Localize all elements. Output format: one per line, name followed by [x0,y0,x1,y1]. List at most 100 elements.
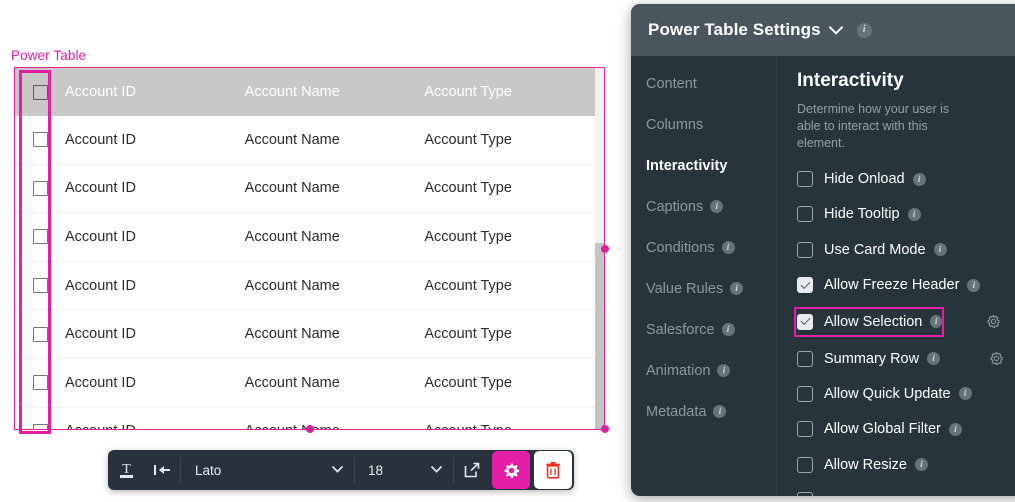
element-toolbar[interactable]: T Lato 18 [108,450,574,490]
option-label: Hide Onload [824,171,905,188]
nav-item-label: Content [646,75,697,92]
nav-item-content[interactable]: Content [646,70,776,97]
settings-panel-body: Content Columns Interactivity Captions i Cond… [631,56,1015,496]
nav-item-metadata[interactable]: Metadata i [646,398,776,425]
row-select-cell[interactable] [15,408,65,429]
nav-item-label: Salesforce [646,321,715,338]
row-checkbox[interactable] [32,229,48,245]
option-row-allow-quick-update[interactable]: Allow Quick Update i [797,380,1001,407]
delete-button[interactable] [534,451,572,489]
table-scrollbar-thumb[interactable] [595,243,604,429]
settings-panel: Power Table Settings i Content Columns Int… [631,4,1015,496]
resize-handle-bottom-right[interactable] [601,425,609,433]
align-left-icon[interactable] [144,450,180,490]
row-checkbox[interactable] [32,132,48,148]
nav-item-label: Value Rules [646,280,724,297]
nav-item-interactivity[interactable]: Interactivity [646,152,776,179]
chevron-down-icon [332,464,343,476]
checkbox-hide-tooltip[interactable] [797,206,813,223]
checkbox[interactable] [797,492,813,496]
partial-option-row[interactable] [797,492,1001,496]
section-description: Determine how your user is able to inter… [797,102,950,150]
checkbox-allow-resize[interactable] [797,456,813,473]
table-cell: Account Name [244,374,340,391]
nav-item-columns[interactable]: Columns [646,111,776,138]
row-select-cell[interactable] [15,165,65,213]
info-icon[interactable]: i [933,243,947,257]
nav-item-value-rules[interactable]: Value Rules i [646,275,776,302]
info-icon[interactable]: i [717,364,731,377]
row-checkbox[interactable] [32,423,48,429]
font-size-select[interactable]: 18 [355,450,453,490]
resize-handle-right[interactable] [601,245,609,253]
info-icon[interactable]: i [930,315,942,329]
row-checkbox[interactable] [32,278,48,294]
settings-gear-button[interactable] [492,451,530,489]
power-table-element[interactable]: Account ID Account Name Account Type Accoun… [14,67,605,430]
checkbox-allow-selection[interactable] [797,313,813,330]
info-icon[interactable]: i [721,323,735,336]
info-icon[interactable]: i [856,22,872,38]
element-name-label: Power Table [11,48,87,63]
gear-icon[interactable] [989,351,1004,366]
checkbox-allow-global-filter[interactable] [797,421,813,438]
info-icon[interactable]: i [948,422,962,436]
checkbox-hide-onload[interactable] [797,171,813,188]
table-row[interactable]: Account ID Account Name Account Type [15,261,604,311]
chevron-down-icon[interactable] [828,25,843,35]
info-icon[interactable]: i [721,241,735,254]
table-row[interactable]: Account ID Account Name Account Type [15,213,604,262]
info-icon[interactable]: i [958,387,972,401]
row-checkbox[interactable] [32,180,48,196]
power-table-rows: Account ID Account Name Account Type Accoun… [15,68,604,429]
info-icon[interactable]: i [912,172,926,186]
gear-icon[interactable] [986,314,1001,329]
resize-handle-bottom[interactable] [306,425,314,433]
row-select-cell[interactable] [15,68,65,116]
option-row-allow-selection[interactable]: Allow Selection i [794,306,1000,337]
row-checkbox[interactable] [32,326,48,342]
checkbox-allow-quick-update[interactable] [797,385,813,402]
external-link-icon[interactable] [454,450,490,490]
option-label: Use Card Mode [824,241,926,258]
option-row-use-card-mode[interactable]: Use Card Mode i [797,236,1001,263]
row-select-cell[interactable] [15,213,65,261]
option-row-hide-onload[interactable]: Hide Onload i [797,166,1001,193]
info-icon[interactable]: i [713,405,727,418]
option-row-allow-global-filter[interactable]: Allow Global Filter i [797,416,1001,443]
info-icon[interactable]: i [927,352,941,366]
checkbox-use-card-mode[interactable] [797,241,813,258]
row-select-cell[interactable] [15,310,65,358]
option-row-allow-freeze-header[interactable]: Allow Freeze Header i [797,272,1001,299]
table-header-row[interactable]: Account ID Account Name Account Type [15,68,604,116]
table-row[interactable]: Account ID Account Name Account Type [15,358,604,408]
checkbox-summary-row[interactable] [797,350,813,367]
info-icon[interactable]: i [730,282,744,295]
nav-item-captions[interactable]: Captions i [646,193,776,220]
row-select-cell[interactable] [15,262,65,310]
option-row-hide-tooltip[interactable]: Hide Tooltip i [797,201,1001,228]
table-row[interactable]: Account ID Account Name Account Type [15,310,604,359]
row-select-cell[interactable] [15,359,65,407]
table-row[interactable]: Account ID Account Name Account Type [15,116,604,165]
row-checkbox[interactable] [32,375,48,391]
option-label: Allow Freeze Header [824,277,960,294]
font-family-select[interactable]: Lato [181,450,354,490]
info-icon[interactable]: i [967,278,981,292]
info-icon[interactable]: i [915,458,928,471]
table-cell: Account Type [424,180,512,197]
text-color-icon[interactable]: T [108,450,144,490]
nav-item-conditions[interactable]: Conditions i [646,234,776,261]
column-header: Account Type [424,84,512,100]
select-all-checkbox[interactable] [32,84,48,100]
info-icon[interactable]: i [710,200,724,213]
option-row-summary-row[interactable]: Summary Row i [797,345,1004,372]
nav-item-animation[interactable]: Animation i [646,357,776,384]
row-select-cell[interactable] [15,116,65,164]
checkbox-allow-freeze-header[interactable] [797,277,813,294]
option-row-allow-resize[interactable]: Allow Resize i [797,451,1001,478]
nav-item-salesforce[interactable]: Salesforce i [646,316,776,343]
info-icon[interactable]: i [907,207,921,221]
table-row[interactable]: Account ID Account Name Account Type [15,164,604,214]
table-cell: Account ID [65,374,136,391]
